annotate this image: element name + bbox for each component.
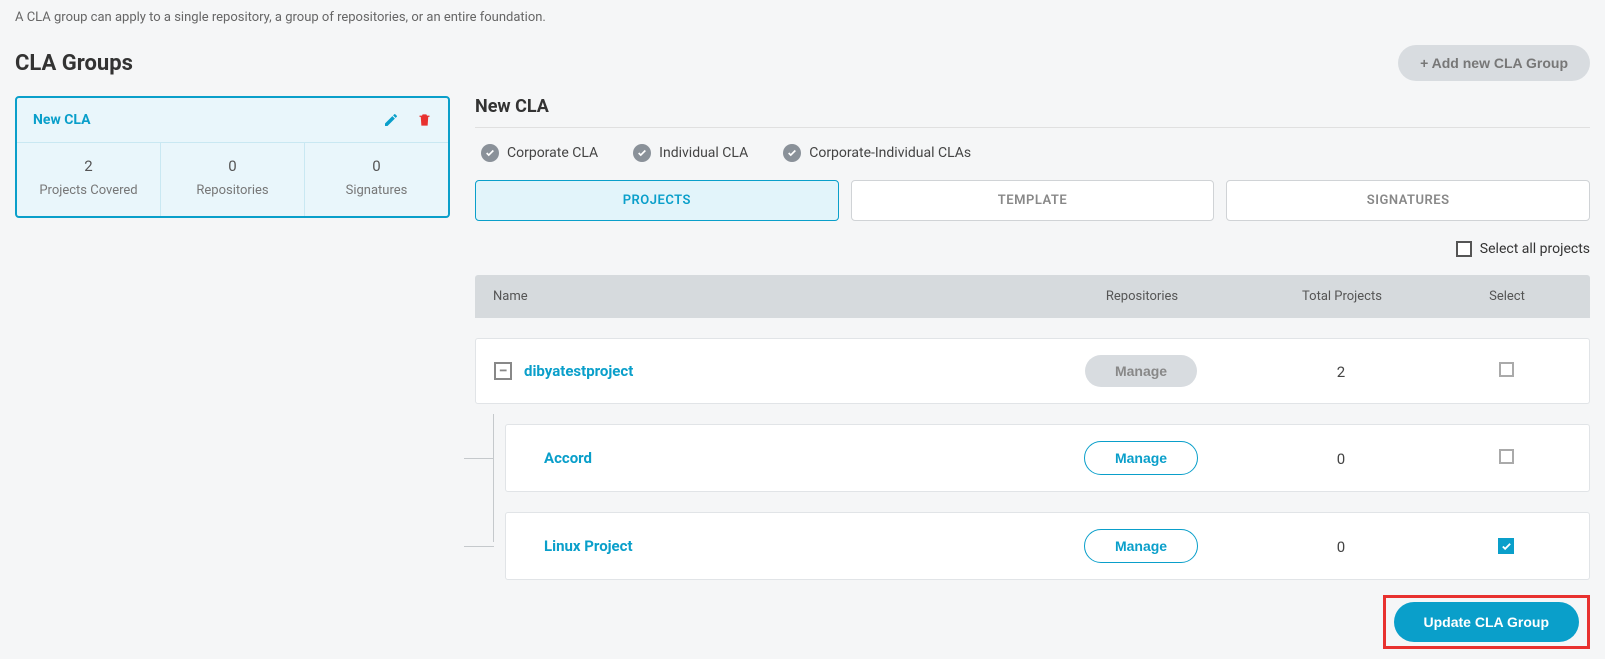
- cla-type-corporate: Corporate CLA: [481, 144, 598, 162]
- projects-count: 2: [1337, 363, 1345, 381]
- stat-label: Signatures: [313, 183, 440, 198]
- select-all-row[interactable]: Select all projects: [475, 241, 1590, 257]
- header-total-projects: Total Projects: [1242, 289, 1442, 304]
- header-select: Select: [1442, 289, 1572, 304]
- stat-value: 0: [169, 157, 296, 175]
- stat-label: Repositories: [169, 183, 296, 198]
- tab-signatures[interactable]: SIGNATURES: [1226, 180, 1590, 221]
- sidebar: New CLA 2 Projects Covered 0 Re: [15, 96, 450, 649]
- check-circle-icon: [783, 144, 801, 162]
- row-checkbox[interactable]: [1499, 362, 1514, 377]
- table-header: Name Repositories Total Projects Select: [475, 275, 1590, 318]
- stat-signatures: 0 Signatures: [305, 143, 448, 216]
- stat-repositories: 0 Repositories: [161, 143, 305, 216]
- cla-type-individual: Individual CLA: [633, 144, 748, 162]
- cla-type-label: Individual CLA: [659, 145, 748, 161]
- project-name[interactable]: Accord: [544, 449, 592, 467]
- manage-button[interactable]: Manage: [1084, 529, 1198, 563]
- cla-group-card[interactable]: New CLA 2 Projects Covered 0 Re: [15, 96, 450, 218]
- projects-table: Name Repositories Total Projects Select …: [475, 275, 1590, 580]
- table-row: Accord Manage 0: [505, 424, 1590, 492]
- edit-icon[interactable]: [383, 112, 399, 128]
- row-checkbox[interactable]: [1498, 538, 1514, 554]
- main-content: New CLA Corporate CLA Individual CLA Cor…: [475, 96, 1590, 649]
- check-circle-icon: [633, 144, 651, 162]
- tab-template[interactable]: TEMPLATE: [851, 180, 1215, 221]
- add-cla-group-button[interactable]: + Add new CLA Group: [1398, 45, 1590, 81]
- stat-projects-covered: 2 Projects Covered: [17, 143, 161, 216]
- select-all-label: Select all projects: [1480, 241, 1590, 257]
- stat-label: Projects Covered: [25, 183, 152, 198]
- header-name: Name: [493, 289, 1042, 304]
- manage-button[interactable]: Manage: [1085, 355, 1197, 387]
- section-title: New CLA: [475, 96, 1590, 128]
- update-cla-group-button[interactable]: Update CLA Group: [1394, 602, 1579, 642]
- projects-count: 0: [1337, 538, 1345, 556]
- page-title: CLA Groups: [15, 51, 133, 76]
- cla-types-row: Corporate CLA Individual CLA Corporate-I…: [475, 144, 1590, 162]
- stat-value: 0: [313, 157, 440, 175]
- page-description: A CLA group can apply to a single reposi…: [15, 10, 1590, 25]
- highlight-annotation: Update CLA Group: [1383, 595, 1590, 649]
- table-row: Linux Project Manage 0: [505, 512, 1590, 580]
- stat-value: 2: [25, 157, 152, 175]
- manage-button[interactable]: Manage: [1084, 441, 1198, 475]
- project-name[interactable]: dibyatestproject: [524, 362, 633, 380]
- cla-type-label: Corporate-Individual CLAs: [809, 145, 971, 161]
- select-all-checkbox[interactable]: [1456, 241, 1472, 257]
- tabs: PROJECTS TEMPLATE SIGNATURES: [475, 180, 1590, 221]
- delete-icon[interactable]: [417, 112, 432, 128]
- project-name[interactable]: Linux Project: [544, 537, 633, 555]
- check-circle-icon: [481, 144, 499, 162]
- tab-projects[interactable]: PROJECTS: [475, 180, 839, 221]
- table-row: − dibyatestproject Manage 2: [475, 338, 1590, 404]
- cla-type-label: Corporate CLA: [507, 145, 598, 161]
- cla-type-corporate-individual: Corporate-Individual CLAs: [783, 144, 971, 162]
- group-card-title: New CLA: [33, 112, 90, 128]
- row-checkbox[interactable]: [1499, 449, 1514, 464]
- projects-count: 0: [1337, 450, 1345, 468]
- header-repositories: Repositories: [1042, 289, 1242, 304]
- collapse-icon[interactable]: −: [494, 362, 512, 380]
